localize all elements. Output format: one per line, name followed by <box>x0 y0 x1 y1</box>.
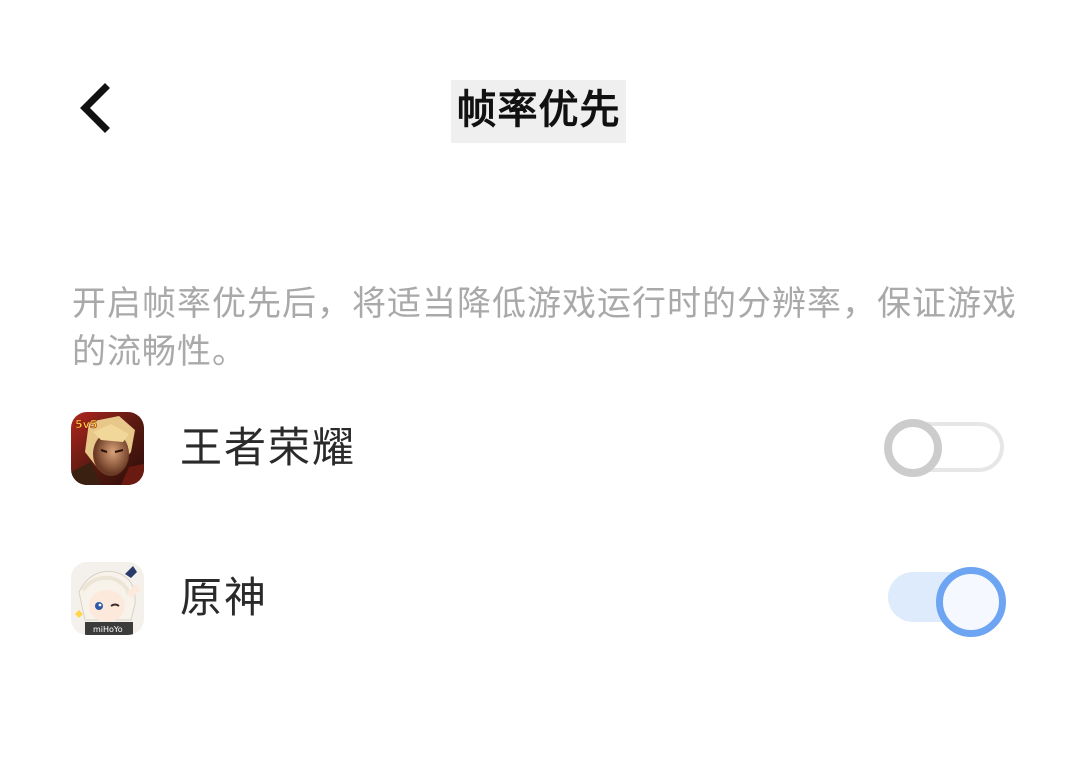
chevron-left-icon <box>80 83 110 133</box>
badge-mihoyo: miHoYo <box>93 625 123 634</box>
wangzhe-app-icon: 5v5 <box>71 412 144 485</box>
back-button[interactable] <box>60 72 130 144</box>
page-title: 帧率优先 <box>451 80 626 143</box>
wangzhe-frame-priority-toggle[interactable] <box>882 415 1006 479</box>
app-name-label: 王者荣耀 <box>180 423 357 472</box>
app-row-wangzhe: 5v5 王者荣耀 <box>0 410 1076 490</box>
app-row-genshin: miHoYo 原神 <box>0 560 1076 640</box>
header-bar: 帧率优先 <box>0 0 1076 200</box>
app-name-label: 原神 <box>180 573 269 622</box>
feature-description: 开启帧率优先后，将适当降低游戏运行时的分辨率，保证游戏的流畅性。 <box>72 284 1017 372</box>
toggle-knob <box>884 419 942 477</box>
toggle-knob <box>936 567 1006 637</box>
genshin-app-icon: miHoYo <box>71 562 144 635</box>
genshin-frame-priority-toggle[interactable] <box>882 565 1006 637</box>
badge-5v5: 5v5 <box>75 418 97 431</box>
